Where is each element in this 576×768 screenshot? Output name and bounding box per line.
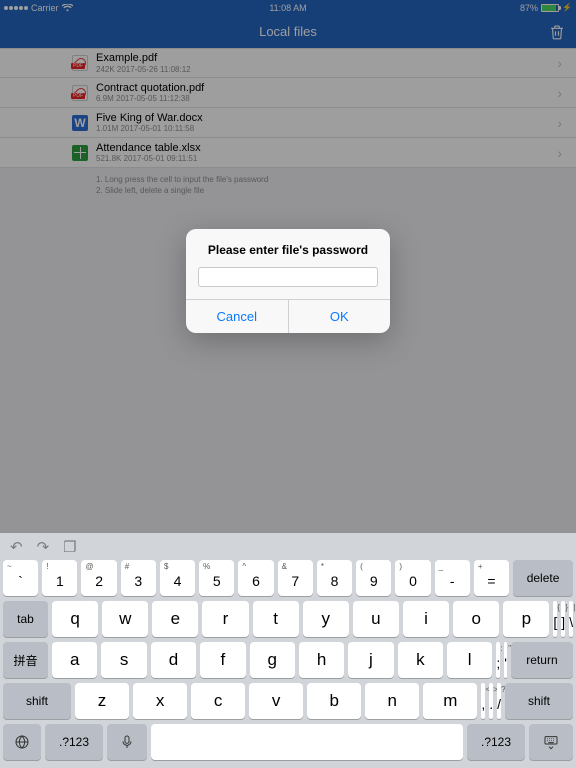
- key-][interactable]: }]: [561, 601, 565, 637]
- key-r[interactable]: r: [202, 601, 248, 637]
- key-delete[interactable]: delete: [513, 560, 573, 596]
- key-tab[interactable]: tab: [3, 601, 48, 637]
- key-v[interactable]: v: [249, 683, 303, 719]
- key-shift-left[interactable]: shift: [3, 683, 71, 719]
- key-2[interactable]: @2: [81, 560, 116, 596]
- key-6[interactable]: ^6: [238, 560, 273, 596]
- key-o[interactable]: o: [453, 601, 499, 637]
- alert-title: Please enter file's password: [186, 229, 390, 267]
- key-i[interactable]: i: [403, 601, 449, 637]
- key-a[interactable]: a: [52, 642, 97, 678]
- undo-icon[interactable]: ↶: [10, 538, 23, 556]
- key-1[interactable]: !1: [42, 560, 77, 596]
- key-k[interactable]: k: [398, 642, 443, 678]
- key-,[interactable]: <,: [481, 683, 485, 719]
- key-l[interactable]: l: [447, 642, 492, 678]
- key-8[interactable]: *8: [317, 560, 352, 596]
- key-space[interactable]: [151, 724, 463, 760]
- key-`[interactable]: ~`: [3, 560, 38, 596]
- key-d[interactable]: d: [151, 642, 196, 678]
- key-x[interactable]: x: [133, 683, 187, 719]
- key-\[interactable]: |\: [569, 601, 573, 637]
- key-pinyin[interactable]: 拼音: [3, 642, 48, 678]
- key-h[interactable]: h: [299, 642, 344, 678]
- key-numbers-left[interactable]: .?123: [45, 724, 103, 760]
- key-4[interactable]: $4: [160, 560, 195, 596]
- key-q[interactable]: q: [52, 601, 98, 637]
- key-numbers-right[interactable]: .?123: [467, 724, 525, 760]
- redo-icon[interactable]: ↷: [37, 538, 50, 556]
- key-[[interactable]: {[: [553, 601, 557, 637]
- key-p[interactable]: p: [503, 601, 549, 637]
- key-u[interactable]: u: [353, 601, 399, 637]
- key-c[interactable]: c: [191, 683, 245, 719]
- key-shift-right[interactable]: shift: [505, 683, 573, 719]
- key-0[interactable]: )0: [395, 560, 430, 596]
- key-f[interactable]: f: [200, 642, 245, 678]
- password-alert: Please enter file's password Cancel OK: [186, 229, 390, 333]
- key-e[interactable]: e: [152, 601, 198, 637]
- key-5[interactable]: %5: [199, 560, 234, 596]
- key-mic[interactable]: [107, 724, 147, 760]
- cancel-button[interactable]: Cancel: [186, 300, 289, 333]
- key-z[interactable]: z: [75, 683, 129, 719]
- key-9[interactable]: (9: [356, 560, 391, 596]
- key-globe[interactable]: [3, 724, 41, 760]
- key-w[interactable]: w: [102, 601, 148, 637]
- key-/[interactable]: ?/: [497, 683, 501, 719]
- keyboard: ↶ ↷ ❐ ~`!1@2#3$4%5^6&7*8(9)0_-+=delete t…: [0, 533, 576, 768]
- key-.[interactable]: >.: [489, 683, 493, 719]
- key-=[interactable]: +=: [474, 560, 509, 596]
- key-n[interactable]: n: [365, 683, 419, 719]
- key-'[interactable]: "': [504, 642, 507, 678]
- key-hide-keyboard[interactable]: [529, 724, 573, 760]
- password-input[interactable]: [198, 267, 378, 287]
- key-g[interactable]: g: [250, 642, 295, 678]
- ok-button[interactable]: OK: [289, 300, 391, 333]
- key-s[interactable]: s: [101, 642, 146, 678]
- key-t[interactable]: t: [253, 601, 299, 637]
- key--[interactable]: _-: [435, 560, 470, 596]
- key-7[interactable]: &7: [278, 560, 313, 596]
- key-y[interactable]: y: [303, 601, 349, 637]
- key-m[interactable]: m: [423, 683, 477, 719]
- key-;[interactable]: :;: [496, 642, 500, 678]
- key-j[interactable]: j: [348, 642, 393, 678]
- key-3[interactable]: #3: [121, 560, 156, 596]
- clipboard-icon[interactable]: ❐: [63, 538, 76, 556]
- keyboard-toolbar: ↶ ↷ ❐: [0, 533, 576, 560]
- key-return[interactable]: return: [511, 642, 573, 678]
- key-b[interactable]: b: [307, 683, 361, 719]
